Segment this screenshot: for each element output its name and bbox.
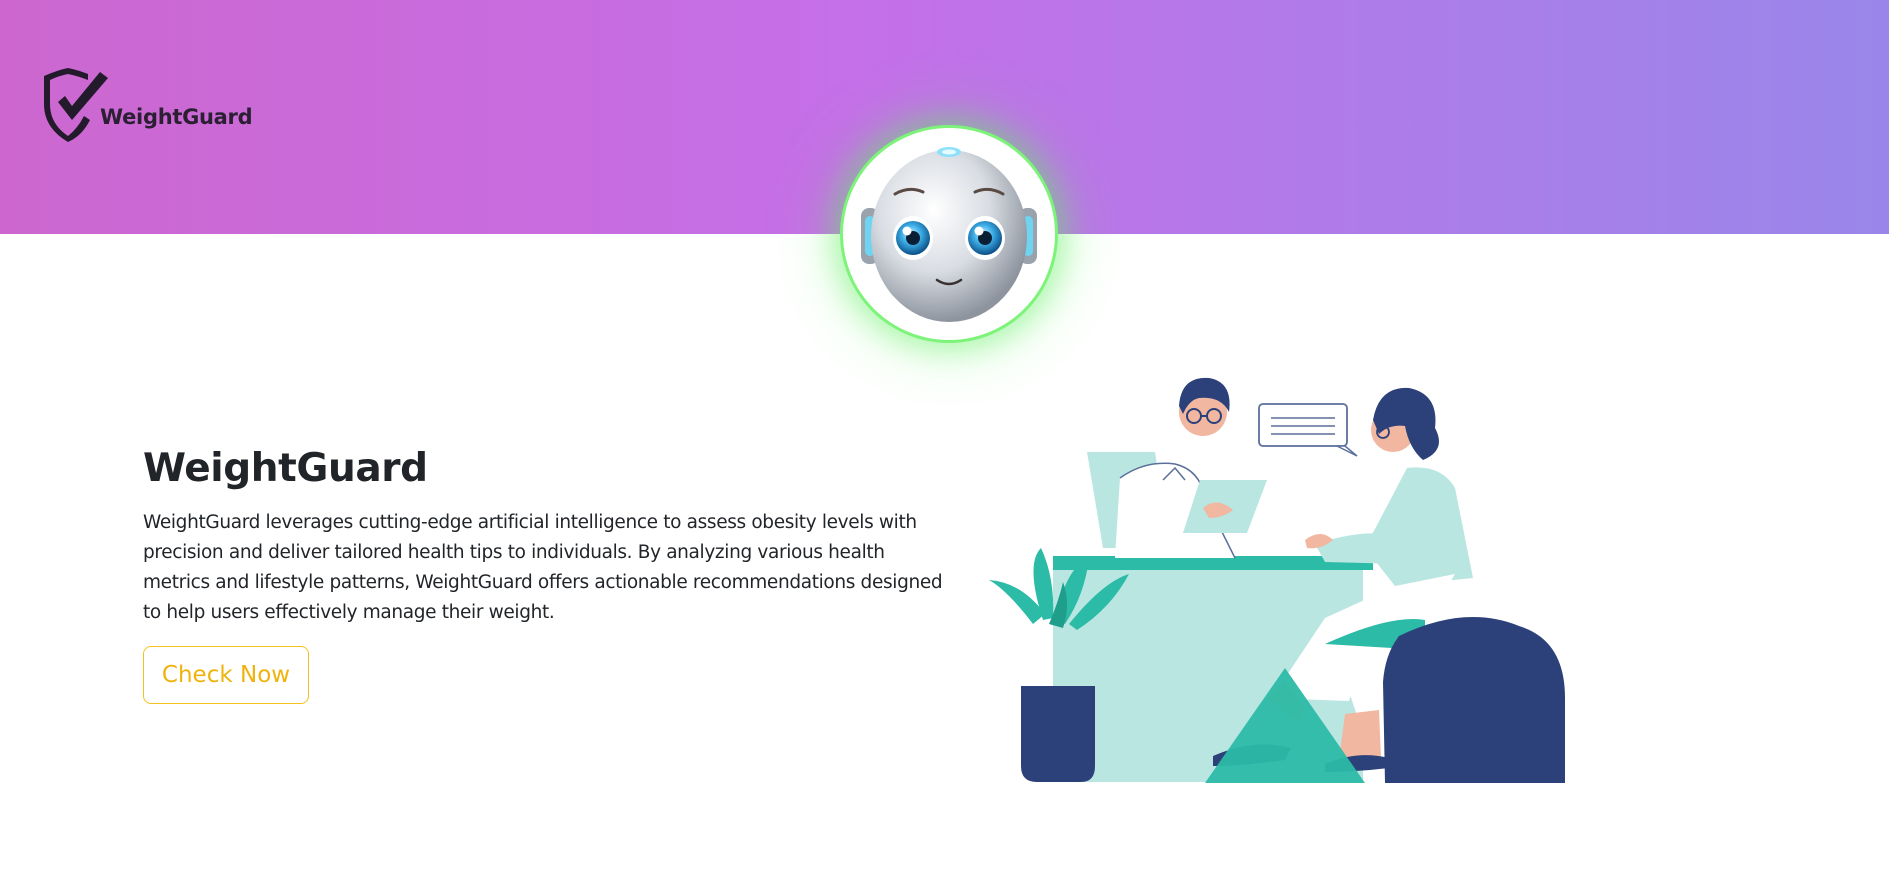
robot-avatar — [843, 128, 1055, 340]
check-now-button[interactable]: Check Now — [143, 646, 309, 704]
hero-description: WeightGuard leverages cutting-edge artif… — [143, 512, 943, 623]
shield-check-icon — [44, 68, 108, 142]
robot-face-icon — [861, 147, 1037, 322]
doctor-consultation-illustration — [989, 377, 1565, 783]
brand-logo[interactable]: WeightGuard — [38, 66, 253, 142]
brand-name: WeightGuard — [100, 105, 253, 129]
hero-title: WeightGuard — [143, 446, 428, 491]
